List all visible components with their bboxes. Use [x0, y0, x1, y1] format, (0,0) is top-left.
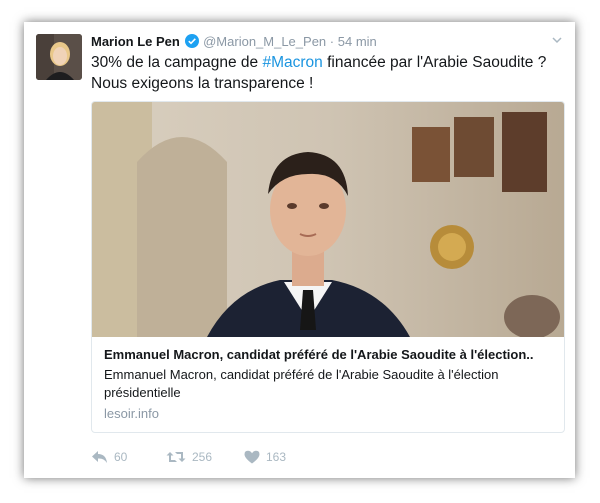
link-preview-card[interactable]: Emmanuel Macron, candidat préféré de l'A…	[91, 101, 565, 433]
card-title[interactable]: Emmanuel Macron, candidat préféré de l'A…	[104, 347, 556, 362]
verified-badge-icon	[185, 34, 200, 51]
retweet-button[interactable]: 256	[166, 450, 212, 464]
tweet-header: Marion Le Pen @Marion_M_Le_Pen · 54 min	[91, 34, 563, 52]
retweet-icon	[166, 452, 186, 462]
reply-count: 60	[114, 450, 128, 464]
hashtag-link[interactable]: #Macron	[262, 54, 322, 71]
chevron-down-icon[interactable]	[551, 34, 563, 49]
like-count: 163	[266, 450, 287, 464]
reply-button[interactable]: 60	[91, 450, 127, 464]
heart-icon	[244, 450, 260, 464]
card-description: Emmanuel Macron, candidat préféré de l'A…	[104, 367, 499, 400]
article-photo	[92, 102, 564, 337]
card-summary: Emmanuel Macron, candidat préféré de l'A…	[104, 347, 556, 421]
like-button[interactable]: 163	[244, 450, 286, 464]
tweet-timestamp[interactable]: 54 min	[338, 34, 377, 49]
reply-icon	[92, 451, 107, 463]
header-separator: ·	[329, 34, 335, 49]
author-avatar[interactable]	[36, 34, 82, 80]
author-handle[interactable]: @Marion_M_Le_Pen	[203, 34, 326, 49]
tweet-text: 30% de la campagne de #Macron financée p…	[91, 52, 551, 94]
tweet-text-before: 30% de la campagne de	[91, 54, 263, 71]
author-name[interactable]: Marion Le Pen	[91, 34, 180, 49]
tweet-card: Marion Le Pen @Marion_M_Le_Pen · 54 min …	[24, 22, 575, 478]
retweet-count: 256	[192, 450, 213, 464]
card-domain: lesoir.info	[104, 406, 159, 421]
